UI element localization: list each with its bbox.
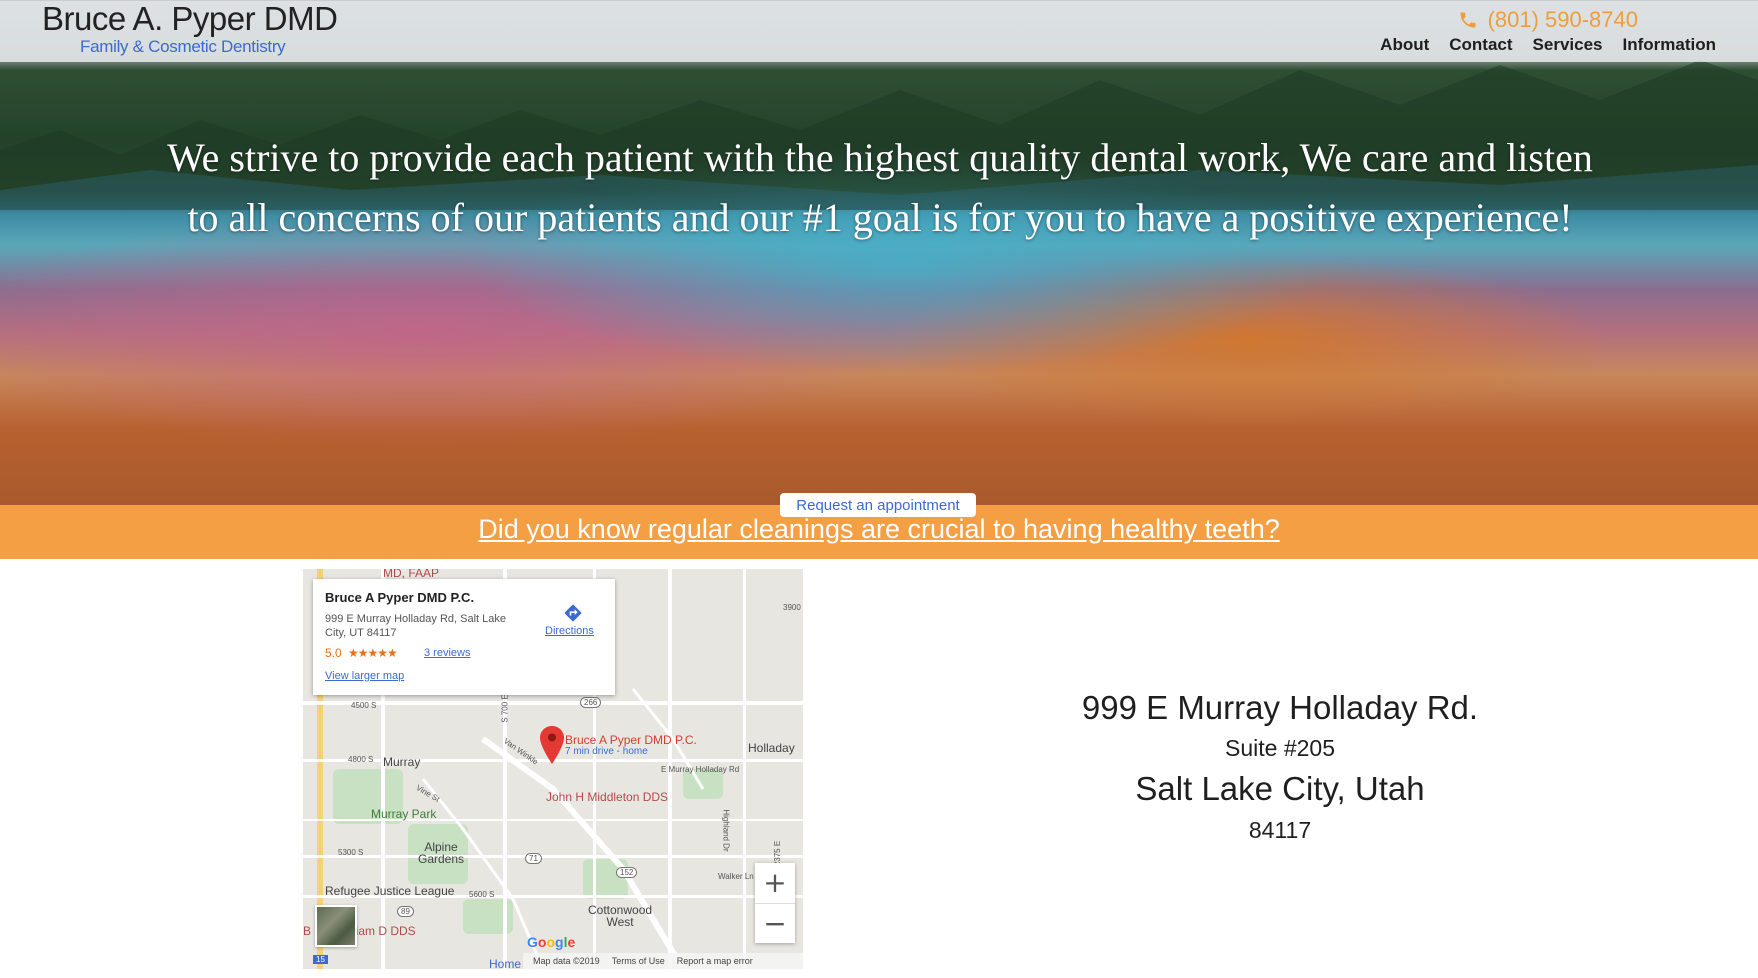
route-15-badge: 15 bbox=[313, 955, 328, 964]
request-appointment-button[interactable]: Request an appointment bbox=[780, 493, 976, 517]
map-label-highland-dr: Highland Dr bbox=[721, 809, 731, 852]
nav-information[interactable]: Information bbox=[1623, 35, 1717, 55]
main-nav: About Contact Services Information bbox=[1380, 35, 1716, 55]
map-label-home: Home bbox=[489, 957, 522, 969]
map-label-cottonwood: Cottonwood West bbox=[588, 903, 653, 929]
phone-icon bbox=[1460, 12, 1476, 28]
hero-image: Bruce A. Pyper DMD Family & Cosmetic Den… bbox=[0, 0, 1758, 505]
brand-tagline: Family & Cosmetic Dentistry bbox=[80, 37, 286, 56]
map-label-5600s: 5600 S bbox=[469, 890, 495, 899]
route-152-badge: 152 bbox=[616, 867, 638, 878]
zoom-out-button[interactable]: − bbox=[755, 903, 795, 943]
phone-link[interactable]: (801) 590-8740 bbox=[1458, 7, 1638, 33]
brand-name[interactable]: Bruce A. Pyper DMD bbox=[42, 0, 338, 38]
view-larger-map-link[interactable]: View larger map bbox=[325, 670, 404, 682]
route-266-badge: 266 bbox=[580, 697, 602, 708]
address-suite: Suite #205 bbox=[1225, 735, 1335, 761]
route-71-badge: 71 bbox=[525, 853, 542, 864]
star-rating-icon: ★★★★★ bbox=[348, 646, 398, 660]
cleanings-link[interactable]: Did you know regular cleanings are cruci… bbox=[0, 514, 1758, 545]
pin-drive-time: 7 min drive - home bbox=[565, 746, 648, 757]
map-label-walker-ln: Walker Ln bbox=[718, 872, 754, 881]
address-city: Salt Lake City, Utah bbox=[1135, 770, 1425, 807]
map-label-4500s: 4500 S bbox=[351, 701, 377, 710]
report-map-error-link[interactable]: Report a map error bbox=[677, 956, 753, 966]
location-pin-icon[interactable] bbox=[540, 726, 564, 764]
place-address: 999 E Murray Holladay Rd, Salt Lake City… bbox=[325, 613, 506, 639]
map-label-5300s: 5300 S bbox=[338, 848, 364, 857]
map-label-william: liam D DDS bbox=[353, 924, 416, 938]
map-label-murray-park: Murray Park bbox=[371, 807, 437, 821]
place-title: Bruce A Pyper DMD P.C. bbox=[325, 590, 475, 605]
map-label-holladay: Holladay bbox=[748, 741, 795, 755]
directions-icon[interactable] bbox=[563, 603, 583, 623]
map-label-3900: 3900 bbox=[783, 603, 801, 612]
map-footer: Map data ©2019 Terms of Use Report a map… bbox=[523, 953, 803, 969]
map-label-700e: S 700 E bbox=[500, 694, 510, 723]
place-info-card: Bruce A Pyper DMD P.C. 999 E Murray Holl… bbox=[313, 579, 615, 695]
address-street: 999 E Murray Holladay Rd. bbox=[1081, 689, 1479, 726]
nav-contact[interactable]: Contact bbox=[1449, 35, 1512, 55]
nav-about[interactable]: About bbox=[1380, 35, 1429, 55]
map-data-credit: Map data ©2019 bbox=[533, 956, 600, 966]
map-label-middleton: John H Middleton DDS bbox=[546, 790, 669, 804]
phone-number: (801) 590-8740 bbox=[1487, 7, 1638, 32]
terms-of-use-link[interactable]: Terms of Use bbox=[612, 956, 665, 966]
route-89-badge: 89 bbox=[397, 906, 414, 917]
hero-statement: We strive to provide each patient with t… bbox=[167, 135, 1593, 240]
address-zip: 84117 bbox=[1248, 817, 1312, 843]
pin-label: Bruce A Pyper DMD P.C. bbox=[565, 733, 697, 747]
google-logo: Google bbox=[527, 934, 576, 950]
reviews-link[interactable]: 3 reviews bbox=[424, 647, 470, 659]
map-label-murray-holladay-rd: E Murray Holladay Rd bbox=[661, 765, 740, 774]
map-label-4800s: 4800 S bbox=[348, 755, 374, 764]
nav-services[interactable]: Services bbox=[1533, 35, 1603, 55]
zoom-in-button[interactable]: + bbox=[755, 863, 795, 903]
map-label-william-prefix: B bbox=[303, 924, 312, 938]
map-embed[interactable]: MD, FAAP Murray Holladay Murray Park Alp… bbox=[303, 569, 803, 969]
satellite-toggle[interactable] bbox=[315, 905, 357, 947]
zoom-controls: + − bbox=[755, 863, 795, 943]
directions-link[interactable]: Directions bbox=[545, 625, 594, 637]
place-rating: 5.0 bbox=[325, 646, 342, 660]
office-address: 999 E Murray Holladay Rd. Suite #205 Sal… bbox=[1000, 686, 1560, 848]
map-label-murray: Murray bbox=[383, 755, 421, 769]
map-label-refugee: Refugee Justice League bbox=[325, 884, 455, 898]
map-label-alpine-gardens: Alpine Gardens bbox=[418, 840, 465, 866]
